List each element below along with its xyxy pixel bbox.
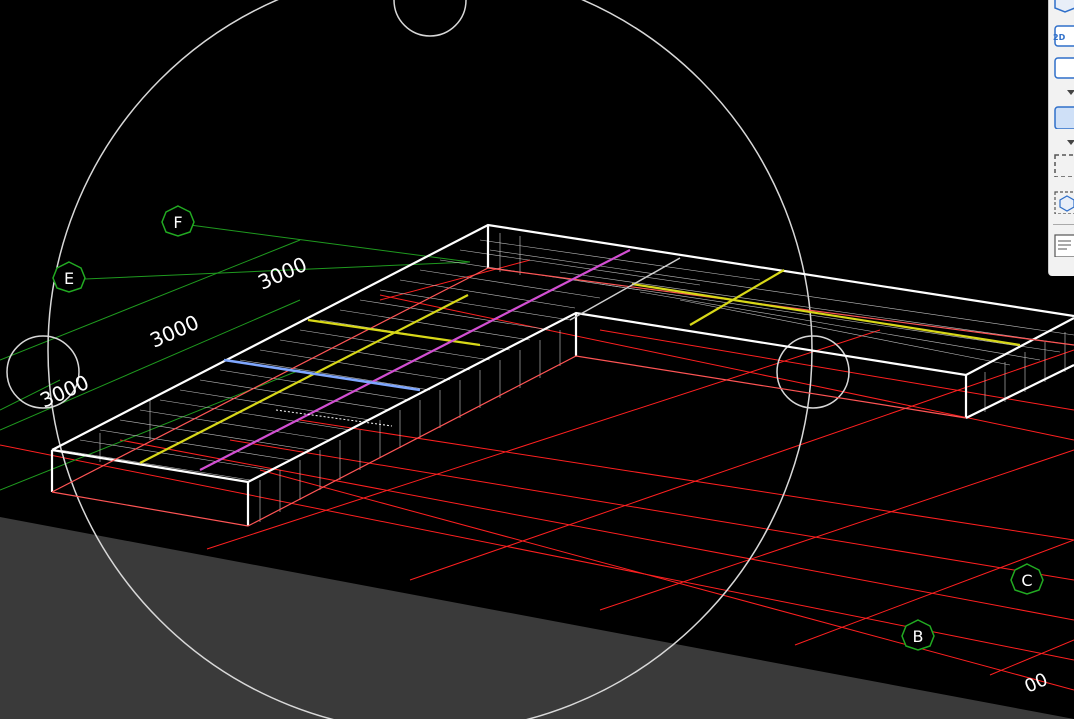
dimension-label: 3000	[36, 370, 92, 413]
toolbar-divider	[1053, 224, 1074, 225]
ground-plane	[0, 517, 1074, 719]
chevron-down-icon[interactable]	[1053, 86, 1074, 98]
beam-yellow-2	[307, 318, 481, 347]
axis-bubble-B[interactable]: B	[901, 619, 935, 651]
svg-text:E: E	[64, 269, 74, 288]
properties-icon[interactable]	[1053, 233, 1074, 257]
axis-bubble-F[interactable]: F	[161, 205, 195, 237]
dimension-label: 00	[1021, 669, 1050, 698]
3d-box-icon[interactable]	[1053, 56, 1074, 80]
3d-solid-icon[interactable]	[1053, 105, 1074, 129]
selection-box-icon[interactable]	[1053, 153, 1074, 177]
slab-model[interactable]	[50, 223, 1074, 527]
axis-bubble-C[interactable]: C	[1010, 563, 1044, 595]
beam-yellow-4	[689, 269, 785, 326]
view-cube-icon[interactable]	[1053, 0, 1074, 14]
svg-text:F: F	[173, 213, 182, 232]
3d-viewport[interactable]: F E C B 3000 3000 3000 00	[0, 0, 1074, 719]
orbit-handle-top	[393, 0, 467, 37]
cube-select-icon[interactable]	[1053, 190, 1074, 214]
chevron-down-icon[interactable]	[1053, 136, 1074, 148]
svg-text:C: C	[1021, 571, 1032, 590]
dimension-label: 3000	[254, 252, 310, 295]
svg-text:B: B	[913, 627, 924, 646]
2d-mode-label: 2D	[1053, 33, 1066, 42]
beam-yellow-3	[631, 282, 1021, 347]
